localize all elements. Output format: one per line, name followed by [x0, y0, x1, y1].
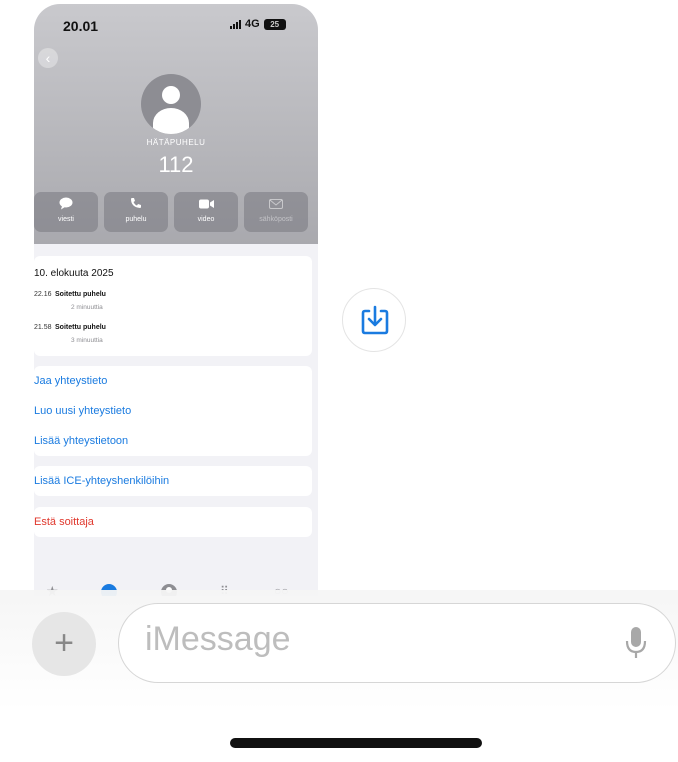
call-button[interactable]: puhelu [104, 192, 168, 232]
action-buttons: viesti puhelu video sähköposti [34, 192, 318, 232]
call-time: 21.58 [34, 324, 52, 331]
contact-label: HÄTÄPUHELU [146, 138, 206, 147]
add-to-contact-link[interactable]: Lisää yhteystietoon [34, 426, 312, 456]
message-bubble-icon [34, 197, 98, 213]
share-contact-link[interactable]: Jaa yhteystieto [34, 366, 312, 397]
recent-calls-card: 10. elokuuta 2025 22.16 Soitettu puhelu … [34, 256, 312, 356]
call-duration: 2 minuuttia [71, 304, 103, 311]
phone-icon [104, 197, 168, 213]
recents-date: 10. elokuuta 2025 [34, 268, 114, 279]
mail-icon [244, 197, 308, 213]
back-button[interactable]: ‹ [38, 48, 58, 68]
phone-screenshot: 20.01 4G 25 ‹ HÄTÄPUHELU 112 viesti puhe… [34, 4, 318, 596]
person-icon-head [162, 86, 180, 104]
battery-icon: 25 [263, 18, 286, 30]
status-time: 20.01 [63, 18, 99, 34]
person-icon-body [153, 108, 189, 134]
imessage-input[interactable]: iMessage [118, 603, 676, 683]
chevron-left-icon: ‹ [45, 50, 51, 66]
mail-button-label: sähköposti [259, 216, 293, 223]
signal-icon [230, 19, 241, 29]
call-type: Soitettu puhelu [55, 291, 106, 298]
video-button-label: video [197, 216, 215, 223]
create-contact-link[interactable]: Luo uusi yhteystieto [34, 396, 312, 427]
contact-header: 20.01 4G 25 ‹ HÄTÄPUHELU 112 viesti puhe… [34, 4, 318, 244]
video-button[interactable]: video [174, 192, 238, 232]
mail-button[interactable]: sähköposti [244, 192, 308, 232]
video-camera-icon [174, 197, 238, 213]
message-button[interactable]: viesti [34, 192, 98, 232]
status-indicators: 4G 25 [230, 18, 286, 30]
apps-plus-button[interactable]: + [32, 612, 96, 676]
contact-avatar [141, 74, 201, 134]
home-indicator [230, 738, 482, 748]
status-bar: 20.01 4G 25 [34, 4, 318, 44]
microphone-icon[interactable] [625, 626, 647, 660]
message-placeholder: iMessage [145, 620, 291, 658]
plus-icon: + [54, 624, 74, 662]
contact-number: 112 [158, 152, 194, 177]
call-type: Soitettu puhelu [55, 324, 106, 331]
message-button-label: viesti [58, 216, 74, 223]
share-download-icon [361, 305, 389, 335]
network-type: 4G [245, 18, 260, 30]
add-ice-contact-link[interactable]: Lisää ICE-yhteyshenkilöihin [34, 466, 312, 496]
share-button[interactable] [342, 288, 406, 352]
call-time: 22.16 [34, 291, 52, 298]
call-duration: 3 minuuttia [71, 337, 103, 344]
call-button-label: puhelu [125, 216, 147, 223]
block-caller-link[interactable]: Estä soittaja [34, 507, 312, 537]
